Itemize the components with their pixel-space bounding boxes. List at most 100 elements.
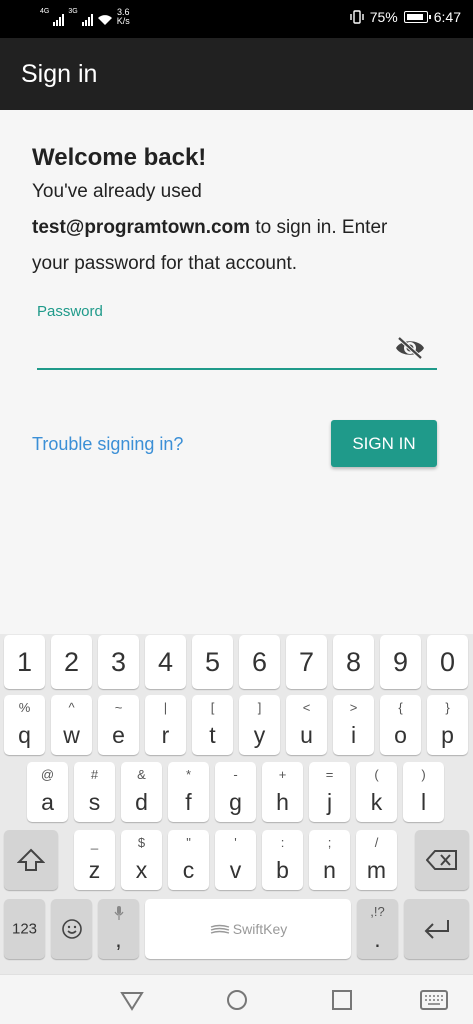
key-x[interactable]: $ x [121,830,162,890]
key-i[interactable]: > i [333,695,374,755]
sign-in-form: Welcome back! You've already used test@p… [0,110,473,634]
key-2[interactable]: 2 [51,635,92,689]
signal-icon [53,14,65,26]
key-label: o [394,722,407,748]
key-label: b [276,857,289,883]
symbols-key[interactable]: 123 [4,899,45,959]
key-secondary-label: ] [257,700,262,715]
key-h[interactable]: + h [262,762,303,822]
description: You've already used test@programtown.com… [32,174,422,282]
key-5[interactable]: 5 [192,635,233,689]
key-label: r [161,722,170,748]
key-m[interactable]: / m [356,830,397,890]
key-y[interactable]: ] y [239,695,280,755]
key-secondary-label: > [349,700,358,715]
sign-in-button[interactable]: SIGN IN [331,420,437,467]
key-label: 1 [16,647,33,677]
home-icon[interactable] [223,987,251,1013]
key-4[interactable]: 4 [145,635,186,689]
key-label: m [366,857,387,883]
battery-percent: 75% [369,9,398,25]
keyboard-hide-icon[interactable] [419,987,449,1013]
key-z[interactable]: _ z [74,830,115,890]
key-k[interactable]: (k [356,762,397,822]
wifi-icon [97,15,112,25]
key-s[interactable]: # s [74,762,115,822]
key-b[interactable]: :b [262,830,303,890]
comma-key[interactable]: , [98,899,139,959]
key-secondary-label: + [278,767,287,782]
key-label: w [63,722,80,748]
status-bar: 4G 3G 3.6 K/s 75% 6:47 [0,0,473,38]
password-field[interactable] [37,326,437,370]
key-label: 8 [345,647,362,677]
key-a[interactable]: @ a [27,762,68,822]
key-p[interactable]: } p [427,695,468,755]
key-w[interactable]: ^ w [51,695,92,755]
comma-key-label: , [115,926,122,952]
desc-prefix: You've already used [32,181,202,202]
key-secondary-label: < [302,700,311,715]
swiftkey-logo-icon [210,925,229,934]
key-secondary-label: @ [40,767,55,782]
emoji-key[interactable] [51,899,92,959]
shift-key[interactable] [4,830,58,890]
status-left: 4G 3G 3.6 K/s [40,8,130,26]
key-r[interactable]: | r [145,695,186,755]
key-secondary-label: ' [234,835,237,850]
swiftkey-label: SwiftKey [145,921,351,937]
key-8[interactable]: 8 [333,635,374,689]
speed-unit: K/s [116,16,130,26]
recents-icon[interactable] [328,987,356,1013]
key-6[interactable]: 6 [239,635,280,689]
key-secondary-label: { [398,700,403,715]
key-t[interactable]: [t [192,695,233,755]
symbols-key-label: 123 [11,920,38,938]
back-icon[interactable] [118,987,146,1013]
vibrate-icon [350,10,364,24]
key-label: h [276,789,289,815]
enter-key[interactable] [404,899,469,959]
key-secondary-label: ) [421,767,426,782]
key-3[interactable]: 3 [98,635,139,689]
key-l[interactable]: ) l [403,762,444,822]
battery-icon [403,11,431,23]
key-secondary-label: " [186,835,191,850]
key-secondary-label: / [374,835,379,850]
key-f[interactable]: * f [168,762,209,822]
key-u[interactable]: < u [286,695,327,755]
key-o[interactable]: {o [380,695,421,755]
visibility-off-icon[interactable] [394,336,426,360]
key-label: n [323,857,336,883]
signal1-label: 4G [40,8,50,15]
key-label: k [370,789,383,815]
key-n[interactable]: ; n [309,830,350,890]
key-g[interactable]: -g [215,762,256,822]
key-e[interactable]: ~ e [98,695,139,755]
key-label: v [229,857,242,883]
key-c[interactable]: " c [168,830,209,890]
key-j[interactable]: = j [309,762,350,822]
trouble-signing-in-link[interactable]: Trouble signing in? [32,434,183,455]
space-key[interactable]: SwiftKey [145,899,351,959]
key-label: u [300,722,313,748]
key-d[interactable]: & d [121,762,162,822]
key-label: y [253,722,266,748]
key-label: 2 [63,647,80,677]
period-key[interactable]: ,!? . [357,899,398,959]
key-0[interactable]: 0 [427,635,468,689]
key-1[interactable]: 1 [4,635,45,689]
key-label: d [135,789,148,815]
backspace-key[interactable] [415,830,469,890]
key-7[interactable]: 7 [286,635,327,689]
clock: 6:47 [433,9,461,25]
key-v[interactable]: ' v [215,830,256,890]
navigation-bar [0,974,473,1024]
key-label: 9 [392,647,409,677]
key-secondary-label: ^ [68,700,75,715]
key-label: 6 [251,647,268,677]
shift-icon [17,848,45,871]
network-speed: 3.6 K/s [117,8,130,26]
key-9[interactable]: 9 [380,635,421,689]
key-q[interactable]: % q [4,695,45,755]
